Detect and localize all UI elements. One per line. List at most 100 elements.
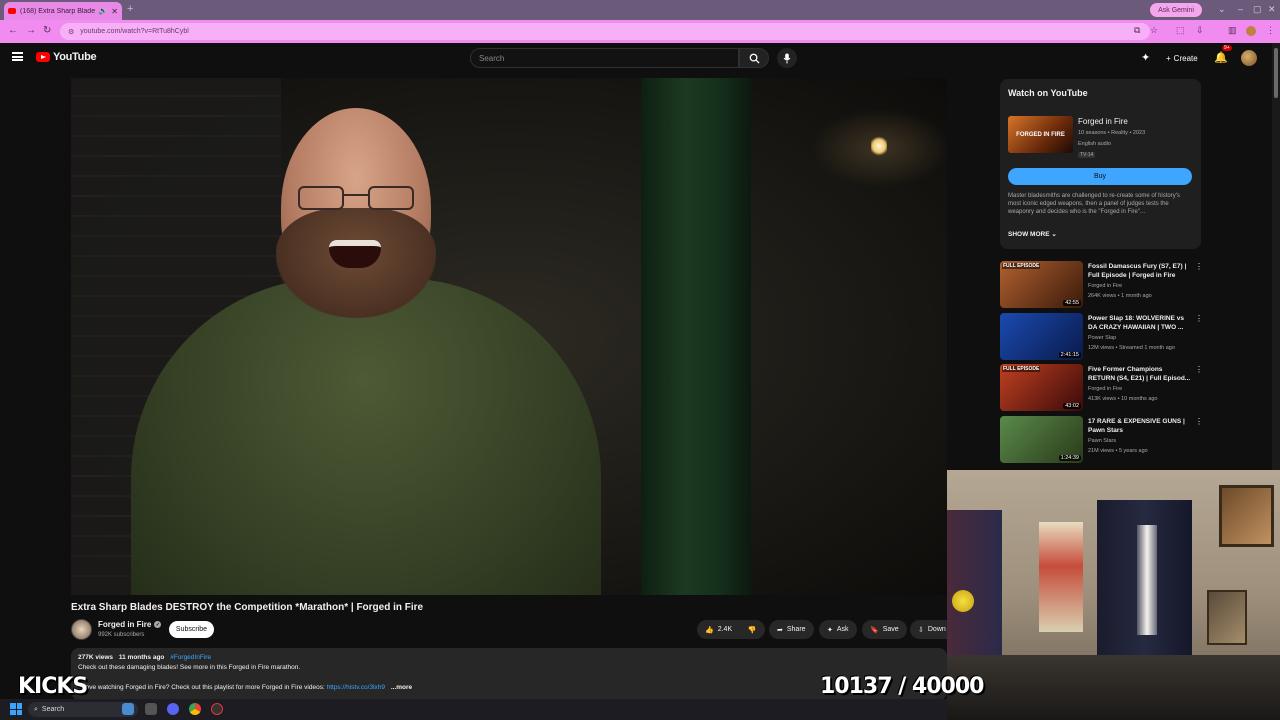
channel-avatar[interactable]: [71, 619, 92, 640]
menu-icon[interactable]: [12, 52, 23, 61]
downloads-icon[interactable]: ⇩: [1196, 25, 1204, 36]
green-pillar-background: [641, 78, 751, 595]
show-title[interactable]: Forged in Fire: [1078, 117, 1128, 126]
extensions-icon[interactable]: ⬚: [1176, 25, 1185, 36]
show-audio: English audio: [1078, 141, 1112, 147]
ask-ai-icon[interactable]: ✦: [1141, 51, 1150, 64]
show-more-button[interactable]: SHOW MORE ⌄: [1008, 230, 1057, 238]
browser-tabbar: (168) Extra Sharp Blades DE 🔊 ✕ + Ask Ge…: [0, 0, 1280, 20]
description-line-1: Check out these damaging blades! See mor…: [78, 664, 301, 671]
ask-gemini-button[interactable]: Ask Gemini: [1150, 3, 1202, 17]
rec-channel[interactable]: Power Slap: [1088, 335, 1116, 341]
bookmark-star-icon[interactable]: ☆: [1150, 25, 1158, 36]
save-button[interactable]: 🔖 Save: [862, 620, 907, 639]
channel-name[interactable]: Forged in Fire ✓: [98, 620, 162, 629]
task-view-icon[interactable]: [145, 703, 157, 715]
rec-badge: FULL EPISODE: [1002, 263, 1041, 269]
sidepanel-icon[interactable]: ▥: [1228, 25, 1237, 36]
site-info-icon[interactable]: ⚙: [68, 28, 74, 36]
rec-channel[interactable]: Forged in Fire: [1088, 386, 1122, 392]
maximize-icon[interactable]: ▢: [1253, 4, 1262, 15]
hashtag-link[interactable]: #ForgedInFire: [170, 654, 211, 661]
taskbar-widget-icon[interactable]: [122, 703, 134, 715]
youtube-logo[interactable]: YouTube: [36, 51, 97, 63]
couch: [947, 655, 1280, 720]
page-scrollbar[interactable]: [1272, 43, 1280, 470]
rec-title[interactable]: Five Former Champions RETURN (S4, E21) |…: [1088, 365, 1191, 383]
cast-icon[interactable]: ⧉: [1134, 25, 1140, 36]
search-input[interactable]: Search: [470, 48, 739, 68]
rec-duration: 42:55: [1063, 300, 1081, 306]
close-window-icon[interactable]: ✕: [1268, 4, 1276, 15]
notifications-bell-icon[interactable]: 🔔: [1214, 51, 1228, 64]
windows-start-icon[interactable]: [10, 703, 22, 715]
forward-icon[interactable]: →: [26, 25, 36, 36]
sparkle-icon: ✦: [827, 626, 833, 634]
close-tab-icon[interactable]: ✕: [111, 7, 118, 16]
new-tab-button[interactable]: +: [127, 3, 133, 15]
tab-search-icon[interactable]: ⌄: [1218, 4, 1226, 15]
more-options-icon[interactable]: ⋮: [1195, 262, 1203, 271]
rec-thumbnail[interactable]: 2:41:15: [1000, 313, 1083, 360]
rec-thumbnail[interactable]: FULL EPISODE 42:55: [1000, 261, 1083, 308]
window-light: [1137, 525, 1157, 635]
show-more-description[interactable]: ...more: [391, 684, 412, 691]
rec-thumbnail[interactable]: 1:24:39: [1000, 416, 1083, 463]
dislike-button[interactable]: 👎: [739, 620, 765, 639]
account-avatar[interactable]: [1241, 50, 1257, 66]
browser-tab[interactable]: (168) Extra Sharp Blades DE 🔊 ✕: [4, 2, 122, 20]
youtube-favicon-icon: [8, 8, 16, 14]
chrome-icon[interactable]: [189, 703, 201, 715]
voice-search-button[interactable]: [777, 48, 797, 68]
download-icon: ⇩: [918, 626, 924, 634]
rec-meta: 21M views • 5 years ago: [1088, 448, 1148, 454]
description-box[interactable]: 277K views 11 months ago #ForgedInFire C…: [71, 648, 947, 700]
download-button[interactable]: ⇩ Down: [910, 620, 947, 639]
rec-channel[interactable]: Forged in Fire: [1088, 283, 1122, 289]
ask-button[interactable]: ✦ Ask: [819, 620, 857, 639]
browser-menu-icon[interactable]: ⋮: [1266, 25, 1275, 36]
more-options-icon[interactable]: ⋮: [1195, 365, 1203, 374]
save-label: Save: [882, 626, 899, 633]
speaker-icon[interactable]: 🔊: [99, 7, 108, 15]
rec-duration: 43:02: [1063, 403, 1081, 409]
rec-thumbnail[interactable]: FULL EPISODE 43:02: [1000, 364, 1083, 411]
rec-duration: 1:24:39: [1058, 455, 1081, 461]
obs-icon[interactable]: [211, 703, 223, 715]
video-player[interactable]: [71, 78, 947, 595]
address-bar[interactable]: ⚙ youtube.com/watch?v=RtTu8hCybl: [60, 23, 1150, 40]
more-options-icon[interactable]: ⋮: [1195, 417, 1203, 426]
profile-avatar-icon[interactable]: [1246, 26, 1256, 36]
taskbar-search-icon: ⌕: [34, 705, 38, 713]
thumbs-down-icon: 👎: [747, 626, 757, 634]
show-meta: 10 seasons • Reality • 2023: [1078, 130, 1146, 136]
scrollbar-thumb[interactable]: [1274, 48, 1278, 98]
search-button[interactable]: [739, 48, 769, 68]
search-icon: [749, 53, 760, 64]
list-item[interactable]: 1:24:39 17 RARE & EXPENSIVE GUNS | Pawn …: [1000, 413, 1205, 463]
subscribe-button[interactable]: Subscribe: [169, 621, 214, 638]
list-item[interactable]: 2:41:15 Power Slap 18: WOLVERINE vs DA C…: [1000, 310, 1205, 360]
rec-duration: 2:41:15: [1058, 352, 1081, 358]
framed-picture: [1219, 485, 1274, 547]
buy-button[interactable]: Buy: [1008, 168, 1192, 185]
rec-title[interactable]: Power Slap 18: WOLVERINE vs DA CRAZY HAW…: [1088, 314, 1191, 332]
rec-title[interactable]: 17 RARE & EXPENSIVE GUNS | Pawn Stars: [1088, 417, 1191, 435]
list-item[interactable]: FULL EPISODE 42:55 Fossil Damascus Fury …: [1000, 258, 1205, 308]
description-line-2: Love watching Forged in Fire? Check out …: [78, 684, 412, 691]
reload-icon[interactable]: ↻: [43, 25, 51, 36]
more-options-icon[interactable]: ⋮: [1195, 314, 1203, 323]
show-thumbnail[interactable]: FORGED IN FIRE: [1008, 116, 1073, 153]
back-icon[interactable]: ←: [8, 25, 18, 36]
share-button[interactable]: ➦ Share: [769, 620, 814, 639]
playlist-link[interactable]: https://histv.co/3lxh9: [327, 684, 385, 691]
list-item[interactable]: FULL EPISODE 43:02 Five Former Champions…: [1000, 361, 1205, 411]
rec-meta: 413K views • 10 months ago: [1088, 396, 1158, 402]
create-button[interactable]: + Create: [1160, 48, 1204, 68]
discord-icon[interactable]: [167, 703, 179, 715]
rec-channel[interactable]: Pawn Stars: [1088, 438, 1116, 444]
minimize-icon[interactable]: –: [1238, 4, 1243, 14]
rec-title[interactable]: Fossil Damascus Fury (S7, E7) | Full Epi…: [1088, 262, 1191, 280]
show-more-label: SHOW MORE: [1008, 231, 1050, 238]
taskbar-search-label: Search: [41, 706, 65, 713]
